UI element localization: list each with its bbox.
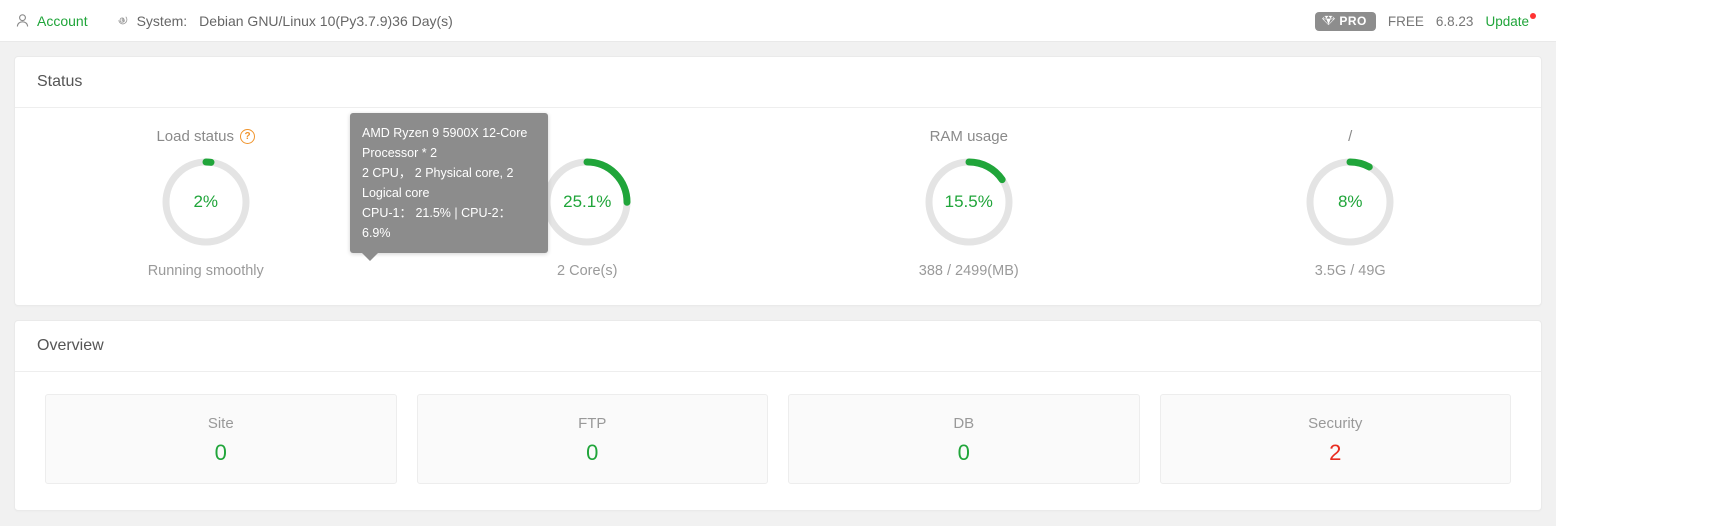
stat-security-label: Security <box>1308 414 1363 432</box>
top-bar: Account System: Debian GNU/Linux 10(Py3.… <box>0 0 1556 42</box>
status-card-body: Load status ? 2% Running smoothly 25.1% … <box>15 108 1541 305</box>
gauge-ram-value: 15.5% <box>944 192 993 211</box>
gauge-load-label: Load status <box>156 127 235 145</box>
version-label: 6.8.23 <box>1435 13 1474 29</box>
page-content: Status Load status ? 2% Running smoothly… <box>0 42 1556 511</box>
gauge-disk-sub: 3.5G / 49G <box>1314 263 1386 279</box>
status-card-title: Status <box>37 73 83 90</box>
status-card: Status Load status ? 2% Running smoothly… <box>14 56 1542 306</box>
stat-db-label: DB <box>953 414 975 432</box>
cpu-tooltip: AMD Ryzen 9 5900X 12-Core Processor * 2 … <box>350 113 548 261</box>
system-label: System: <box>136 12 188 29</box>
cpu-tooltip-line-2: 2 CPU， 2 Physical core, 2 Logical core <box>362 166 514 200</box>
pro-badge[interactable]: PRO <box>1315 11 1376 31</box>
overview-stats-row: Site 0 FTP 0 DB 0 Security 2 <box>15 372 1541 510</box>
cpu-tooltip-line-3: CPU-1： 21.5% | CPU-2： 6.9% <box>362 206 512 240</box>
user-icon <box>14 13 30 29</box>
gauge-cpu-value: 25.1% <box>563 192 612 211</box>
stat-site-label: Site <box>207 414 234 432</box>
debian-logo-icon <box>114 13 130 29</box>
stat-box-site[interactable]: Site 0 <box>45 394 397 484</box>
gauge-load-label-wrap: Load status ? <box>156 126 256 146</box>
gauge-ram-ring[interactable]: 15.5% <box>922 155 1016 249</box>
gauge-row: Load status ? 2% Running smoothly 25.1% … <box>15 108 1541 305</box>
stat-db-value: 0 <box>957 439 970 465</box>
overview-card-header: Overview <box>15 321 1541 372</box>
stat-box-db[interactable]: DB 0 <box>788 394 1140 484</box>
gauge-cpu-sub: 2 Core(s) <box>557 263 618 279</box>
system-info-item: System: Debian GNU/Linux 10(Py3.7.9)36 D… <box>114 13 453 29</box>
status-card-header: Status <box>15 57 1541 108</box>
system-value: Debian GNU/Linux 10(Py3.7.9)36 Day(s) <box>199 12 453 29</box>
stat-ftp-value: 0 <box>586 439 599 465</box>
gauge-ram-label-wrap: RAM usage <box>930 126 1008 146</box>
app-viewport: Account System: Debian GNU/Linux 10(Py3.… <box>0 0 1556 526</box>
top-bar-left-group: Account System: Debian GNU/Linux 10(Py3.… <box>14 13 479 29</box>
pro-badge-label: PRO <box>1339 13 1367 28</box>
gauge-cpu-ring[interactable]: 25.1% <box>540 155 634 249</box>
gauge-disk-value: 8% <box>1337 192 1363 211</box>
gauge-load-ring: 2% <box>159 155 253 249</box>
update-link[interactable]: Update <box>1485 12 1536 29</box>
gauge-load-sub: Running smoothly <box>147 263 264 279</box>
stat-security-value: 2 <box>1329 439 1342 465</box>
cpu-tooltip-line-1: AMD Ryzen 9 5900X 12-Core Processor * 2 <box>362 126 528 160</box>
gauge-disk: / 8% 3.5G / 49G <box>1160 126 1542 279</box>
overview-card-title: Overview <box>37 337 104 354</box>
gauge-load-status: Load status ? 2% Running smoothly <box>15 126 397 280</box>
stat-site-value: 0 <box>214 439 227 465</box>
stat-box-security[interactable]: Security 2 <box>1159 394 1511 484</box>
gauge-ram: RAM usage 15.5% 388 / 2499(MB) <box>778 126 1160 280</box>
license-label: FREE <box>1387 13 1424 29</box>
overview-card: Overview Site 0 FTP 0 DB 0 Security 2 <box>14 320 1542 511</box>
gauge-load-value: 2% <box>193 192 219 211</box>
stat-ftp-label: FTP <box>578 414 607 432</box>
account-link[interactable]: Account <box>37 13 88 29</box>
gauge-disk-label-wrap: / <box>1348 126 1352 146</box>
gem-icon <box>1322 15 1336 26</box>
account-item[interactable]: Account <box>14 13 88 29</box>
gauge-ram-label: RAM usage <box>929 127 1008 145</box>
gauge-ram-sub: 388 / 2499(MB) <box>918 263 1019 279</box>
top-bar-right-group: PRO FREE 6.8.23 Update <box>1315 0 1536 42</box>
update-label: Update <box>1485 13 1529 29</box>
right-empty-area <box>1556 0 1718 526</box>
gauge-disk-label: / <box>1348 127 1353 145</box>
update-available-dot <box>1530 12 1536 19</box>
stat-box-ftp[interactable]: FTP 0 <box>416 394 768 484</box>
gauge-disk-ring[interactable]: 8% <box>1303 155 1397 249</box>
help-icon[interactable]: ? <box>240 128 256 144</box>
